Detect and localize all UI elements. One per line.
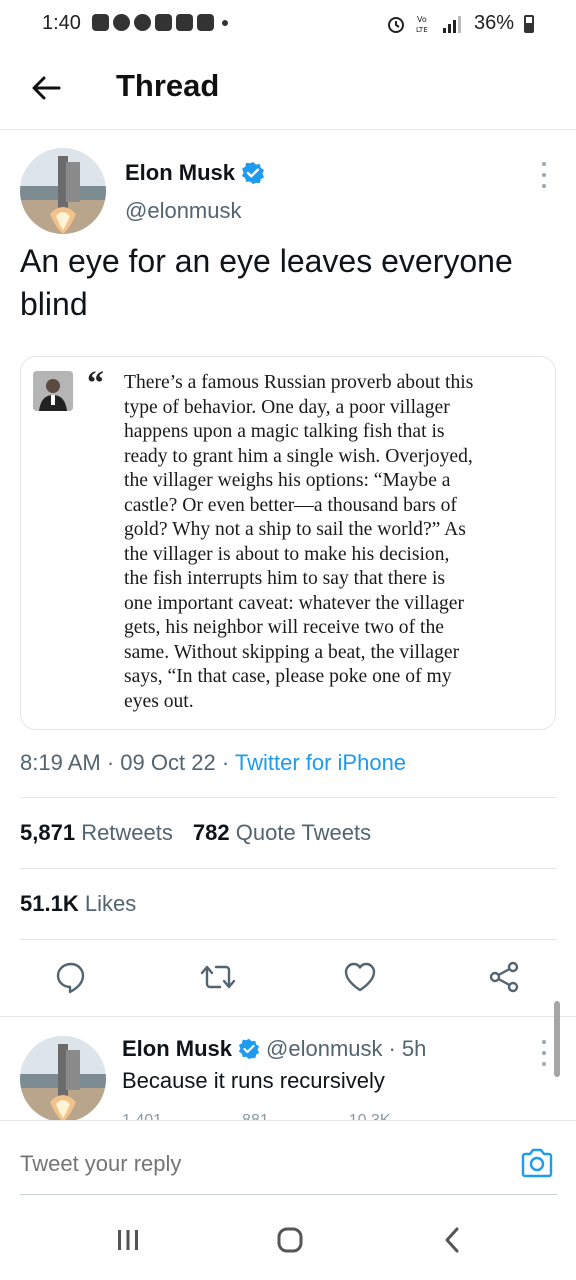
arrow-left-icon	[32, 76, 61, 100]
youtube-notification-icon	[176, 14, 193, 31]
thread-header: Thread	[0, 50, 576, 130]
system-nav-bar	[0, 1198, 576, 1280]
quote-text: There’s a famous Russian proverb about t…	[124, 372, 474, 712]
rocket-avatar-image	[20, 148, 106, 234]
reply-retweet-count[interactable]: 881	[242, 1112, 269, 1120]
divider	[20, 939, 557, 940]
input-underline	[20, 1194, 557, 1195]
tweet-meta: 8:19 AM · 09 Oct 22 · Twitter for iPhone	[20, 750, 406, 776]
quotes-stat[interactable]: 782 Quote Tweets	[193, 820, 371, 846]
alarm-icon	[387, 16, 404, 33]
author-name[interactable]: Elon Musk	[125, 160, 235, 186]
likes-label: Likes	[84, 891, 137, 916]
share-button[interactable]	[482, 955, 526, 999]
meta-separator: ·	[388, 1036, 396, 1061]
status-right: Vo LTE 36%	[386, 12, 534, 35]
avatar[interactable]	[20, 148, 106, 234]
more-vertical-icon	[542, 162, 546, 166]
notification-icons	[92, 14, 228, 31]
divider	[0, 1016, 576, 1017]
retweets-label: Retweets	[81, 820, 173, 845]
recent-apps-icon	[118, 1230, 138, 1250]
svg-text:LTE: LTE	[416, 26, 428, 34]
youtube-notification-icon	[197, 14, 214, 31]
retweet-icon	[200, 965, 236, 989]
more-notifications-icon	[222, 19, 228, 26]
attached-image[interactable]: “ There’s a famous Russian proverb about…	[20, 356, 556, 730]
tweet-stats: 5,871 Retweets 782 Quote Tweets	[20, 820, 371, 846]
youtube-notification-icon	[155, 14, 172, 31]
battery-icon	[524, 14, 534, 33]
share-icon	[489, 961, 519, 993]
reply-age: 5h	[401, 1036, 427, 1061]
back-nav-button[interactable]	[432, 1220, 472, 1260]
reply-comment-count[interactable]: 1,401	[122, 1112, 162, 1120]
reply-header: Elon Musk @elonmusk · 5h	[122, 1036, 426, 1062]
more-options-button[interactable]	[536, 162, 552, 188]
reply-more-options-button[interactable]	[536, 1040, 552, 1066]
meta-separator: ·	[106, 750, 121, 775]
quotes-count: 782	[192, 820, 230, 845]
divider	[20, 797, 557, 798]
reply-icon	[56, 962, 85, 994]
like-button[interactable]	[338, 955, 382, 999]
more-vertical-icon	[542, 1040, 546, 1044]
author-photo-thumbnail	[33, 371, 73, 411]
tweet-author: Elon Musk @elonmusk	[0, 148, 576, 238]
retweet-button[interactable]	[196, 955, 240, 999]
quote-mark: “	[87, 365, 104, 402]
retweets-stat[interactable]: 5,871 Retweets	[20, 820, 173, 846]
reply-button[interactable]	[49, 955, 93, 999]
home-button[interactable]	[270, 1220, 310, 1260]
reply-author-name[interactable]: Elon Musk	[122, 1036, 232, 1062]
battery-percent: 36%	[473, 12, 514, 34]
likes-count: 51.1K	[20, 891, 79, 916]
tweet-text: An eye for an eye leaves everyone blind	[20, 243, 513, 322]
scrollbar-thumb[interactable]	[554, 1001, 560, 1077]
signal-icon	[442, 15, 461, 33]
chevron-left-icon	[445, 1227, 459, 1253]
back-button[interactable]	[26, 68, 66, 108]
recent-apps-button[interactable]	[108, 1220, 148, 1260]
tweet-actions	[0, 955, 576, 1001]
reply-input[interactable]	[20, 1151, 420, 1177]
chat-notification-icon	[92, 14, 109, 31]
reply-like-count[interactable]: 10.3K	[349, 1112, 391, 1120]
facebook-notification-icon	[134, 14, 151, 31]
reply-tweet[interactable]: Elon Musk @elonmusk · 5h Because it runs…	[0, 1020, 576, 1120]
author-handle[interactable]: @elonmusk	[125, 198, 242, 224]
retweets-count: 5,871	[20, 820, 76, 845]
verified-badge-icon	[242, 162, 265, 184]
tweet-date: 09 Oct 22	[120, 750, 216, 775]
divider	[20, 868, 557, 869]
reply-actions: 1,401 881 10.3K	[122, 1112, 391, 1120]
reply-text: Because it runs recursively	[122, 1068, 385, 1093]
reply-author-handle[interactable]: @elonmusk	[266, 1036, 383, 1062]
likes-stat[interactable]: 51.1K Likes	[20, 891, 136, 917]
page-title: Thread	[116, 68, 220, 103]
volte-icon: Vo LTE	[416, 15, 428, 34]
rocket-avatar-image	[20, 1036, 106, 1120]
svg-text:Vo: Vo	[417, 15, 427, 24]
camera-icon	[521, 1148, 553, 1178]
tweet-source-link[interactable]: Twitter for iPhone	[235, 750, 406, 775]
camera-button[interactable]	[520, 1146, 554, 1180]
reply-composer	[0, 1120, 576, 1195]
quotes-label: Quote Tweets	[235, 820, 372, 845]
heart-icon	[344, 962, 376, 992]
verified-badge-icon	[238, 1038, 260, 1060]
meta-separator: ·	[221, 750, 235, 775]
tweet-time: 8:19 AM	[20, 750, 101, 775]
home-icon	[277, 1227, 303, 1253]
avatar[interactable]	[20, 1036, 106, 1120]
facebook-notification-icon	[113, 14, 130, 31]
author-name-row: Elon Musk	[125, 160, 265, 186]
status-time: 1:40	[42, 12, 81, 34]
status-bar: 1:40 Vo LTE 36%	[0, 0, 576, 50]
